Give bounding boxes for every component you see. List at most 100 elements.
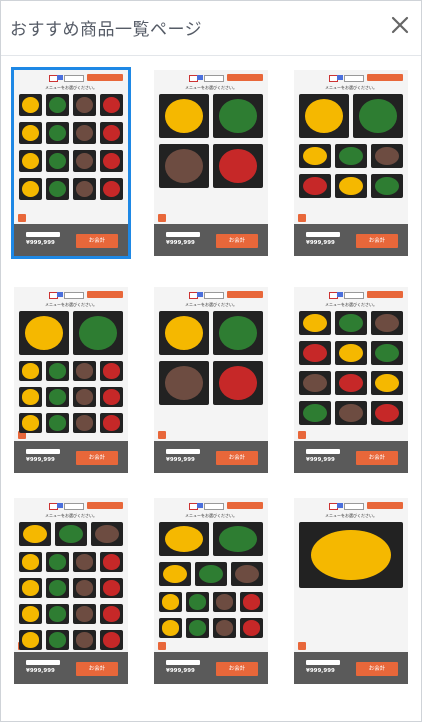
dish-image	[335, 371, 367, 395]
layout-thumbnail: メニューをお選びください。 ¥999,999 お会計	[294, 498, 408, 684]
layout-option-6[interactable]: メニューをお選びください。 ¥999,999 お会計	[294, 287, 408, 473]
dish-image	[371, 144, 403, 168]
thumb-pay-button: お会計	[216, 662, 258, 676]
thumb-footer: ¥999,999 お会計	[154, 652, 268, 684]
dish-image	[46, 552, 69, 572]
thumb-price: ¥999,999	[166, 668, 195, 674]
dish-image	[299, 174, 331, 198]
thumb-price: ¥999,999	[166, 457, 195, 463]
dish-image	[159, 522, 209, 556]
dish-image	[19, 630, 42, 650]
dish-image	[159, 618, 182, 638]
dish-image	[213, 618, 236, 638]
thumb-footer: ¥999,999 お会計	[14, 441, 128, 473]
dish-image	[100, 578, 123, 598]
dish-image	[159, 144, 209, 188]
thumb-prompt: メニューをお選びください。	[45, 85, 97, 90]
dish-image	[213, 94, 263, 138]
thumb-price: ¥999,999	[26, 668, 55, 674]
thumb-toolbar	[297, 290, 405, 300]
dish-image	[46, 122, 69, 144]
dish-image	[19, 311, 69, 355]
dish-image	[46, 387, 69, 407]
thumb-price: ¥999,999	[306, 668, 335, 674]
dish-image	[46, 578, 69, 598]
dish-image	[159, 94, 209, 138]
dialog-header: おすすめ商品一覧ページ	[1, 1, 421, 56]
layout-thumbnail: メニューをお選びください。 ¥999,999 お会計	[294, 287, 408, 473]
dish-image	[100, 630, 123, 650]
layout-option-5[interactable]: メニューをお選びください。 ¥999,999 お会計	[154, 287, 268, 473]
thumb-toolbar	[157, 290, 265, 300]
dish-image	[19, 522, 51, 546]
dish-image	[353, 94, 403, 138]
thumb-badge	[298, 642, 306, 650]
dish-image	[299, 401, 331, 425]
dish-image	[240, 592, 263, 612]
layout-option-2[interactable]: メニューをお選びください。 ¥999,999 お会計	[154, 70, 268, 256]
thumb-badge	[158, 642, 166, 650]
layout-option-9[interactable]: メニューをお選びください。 ¥999,999 お会計	[294, 498, 408, 684]
dish-image	[195, 562, 227, 586]
layout-thumbnail: メニューをお選びください。 ¥999,999 お会計	[154, 498, 268, 684]
dish-image	[159, 311, 209, 355]
dish-image	[46, 150, 69, 172]
layout-thumbnail: メニューをお選びください。 ¥999,999 お会計	[154, 70, 268, 256]
layout-thumbnail: メニューをお選びください。 ¥999,999 お会計	[14, 498, 128, 684]
layout-option-7[interactable]: メニューをお選びください。 ¥999,999 お会計	[14, 498, 128, 684]
dish-image	[46, 178, 69, 200]
layout-thumbnail: メニューをお選びください。 ¥999,999 お会計	[154, 287, 268, 473]
thumb-toolbar	[297, 73, 405, 83]
dish-image	[73, 604, 96, 624]
thumb-pay-button: お会計	[76, 234, 118, 248]
dish-image	[73, 387, 96, 407]
dish-image	[186, 618, 209, 638]
thumb-price: ¥999,999	[166, 240, 195, 246]
dish-image	[299, 522, 403, 588]
thumb-prompt: メニューをお選びください。	[325, 302, 377, 307]
dish-image	[100, 604, 123, 624]
dish-image	[299, 341, 331, 365]
dish-image	[73, 630, 96, 650]
thumb-toolbar	[297, 501, 405, 511]
dish-image	[73, 150, 96, 172]
thumb-prompt: メニューをお選びください。	[185, 513, 237, 518]
thumb-pay-button: お会計	[216, 451, 258, 465]
thumb-toolbar	[157, 501, 265, 511]
dish-image	[159, 361, 209, 405]
dish-image	[371, 341, 403, 365]
dish-image	[46, 94, 69, 116]
dish-image	[73, 311, 123, 355]
thumb-toolbar	[17, 501, 125, 511]
thumb-footer: ¥999,999 お会計	[294, 441, 408, 473]
thumb-badge	[158, 431, 166, 439]
thumb-prompt: メニューをお選びください。	[325, 513, 377, 518]
thumb-footer: ¥999,999 お会計	[14, 652, 128, 684]
thumb-prompt: メニューをお選びください。	[185, 85, 237, 90]
dish-image	[46, 361, 69, 381]
dish-image	[100, 552, 123, 572]
dish-image	[19, 150, 42, 172]
thumb-pay-button: お会計	[216, 234, 258, 248]
layout-option-3[interactable]: メニューをお選びください。 ¥999,999 お会計	[294, 70, 408, 256]
layout-picker-dialog: おすすめ商品一覧ページ メニューをお選びください。 ¥999,999 お会計 メニュー…	[0, 0, 422, 722]
dish-image	[335, 144, 367, 168]
dish-image	[213, 592, 236, 612]
dish-image	[91, 522, 123, 546]
dish-image	[335, 311, 367, 335]
dish-image	[231, 562, 263, 586]
layout-thumbnail: メニューをお選びください。 ¥999,999 お会計	[14, 287, 128, 473]
dish-image	[186, 592, 209, 612]
thumb-pay-button: お会計	[76, 662, 118, 676]
dish-image	[19, 552, 42, 572]
dish-image	[19, 361, 42, 381]
thumb-prompt: メニューをお選びください。	[185, 302, 237, 307]
dish-image	[213, 144, 263, 188]
layout-option-8[interactable]: メニューをお選びください。 ¥999,999 お会計	[154, 498, 268, 684]
layout-option-1[interactable]: メニューをお選びください。 ¥999,999 お会計	[11, 67, 131, 259]
thumb-footer: ¥999,999 お会計	[154, 441, 268, 473]
dish-image	[73, 361, 96, 381]
close-icon[interactable]	[387, 12, 413, 38]
layout-option-4[interactable]: メニューをお選びください。 ¥999,999 お会計	[14, 287, 128, 473]
thumb-badge	[298, 214, 306, 222]
